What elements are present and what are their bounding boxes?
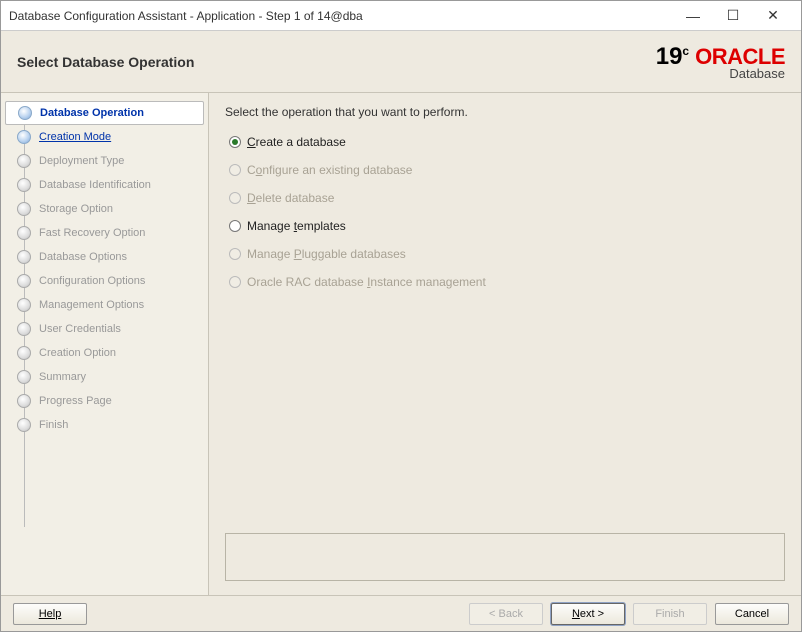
wizard-step-10: Creation Option	[1, 341, 208, 365]
window-titlebar: Database Configuration Assistant - Appli…	[1, 1, 801, 31]
operation-option-2: Delete database	[229, 191, 785, 205]
step-label: Management Options	[39, 299, 144, 311]
page-title: Select Database Operation	[17, 54, 656, 70]
brand-logo: 19c ORACLE Database	[656, 43, 785, 81]
step-label: Database Options	[39, 251, 127, 263]
wizard-step-1[interactable]: Creation Mode	[1, 125, 208, 149]
close-button[interactable]: ✕	[753, 2, 793, 30]
step-label: Configuration Options	[39, 275, 145, 287]
wizard-step-0: Database Operation	[5, 101, 204, 125]
wizard-step-5: Fast Recovery Option	[1, 221, 208, 245]
finish-button: Finish	[633, 603, 707, 625]
window-title: Database Configuration Assistant - Appli…	[9, 9, 673, 23]
step-bullet-icon	[17, 394, 31, 408]
radio-icon	[229, 164, 241, 176]
option-label: Configure an existing database	[247, 163, 412, 177]
step-label: Progress Page	[39, 395, 112, 407]
option-label: Oracle RAC database Instance management	[247, 275, 486, 289]
maximize-button[interactable]: ☐	[713, 2, 753, 30]
step-label: User Credentials	[39, 323, 121, 335]
step-bullet-icon	[17, 178, 31, 192]
option-label: Delete database	[247, 191, 334, 205]
step-label: Finish	[39, 419, 68, 431]
wizard-step-11: Summary	[1, 365, 208, 389]
step-label: Deployment Type	[39, 155, 124, 167]
step-bullet-icon	[17, 298, 31, 312]
next-button[interactable]: Next >	[551, 603, 625, 625]
step-bullet-icon	[17, 154, 31, 168]
step-label: Storage Option	[39, 203, 113, 215]
wizard-step-13: Finish	[1, 413, 208, 437]
option-label: Manage Pluggable databases	[247, 247, 406, 261]
step-label: Database Identification	[39, 179, 151, 191]
wizard-step-8: Management Options	[1, 293, 208, 317]
operation-option-1: Configure an existing database	[229, 163, 785, 177]
wizard-step-7: Configuration Options	[1, 269, 208, 293]
radio-icon	[229, 276, 241, 288]
operation-options: Create a database Configure an existing d…	[229, 135, 785, 289]
step-bullet-icon	[17, 274, 31, 288]
cancel-button[interactable]: Cancel	[715, 603, 789, 625]
option-label: Manage templates	[247, 219, 346, 233]
radio-icon	[229, 136, 241, 148]
wizard-step-6: Database Options	[1, 245, 208, 269]
step-bullet-icon	[17, 202, 31, 216]
operation-option-5: Oracle RAC database Instance management	[229, 275, 785, 289]
step-label: Creation Mode	[39, 131, 111, 143]
back-button: < Back	[469, 603, 543, 625]
operation-option-4: Manage Pluggable databases	[229, 247, 785, 261]
message-area	[225, 533, 785, 581]
wizard-footer: Help < Back Next > Finish Cancel	[1, 595, 801, 631]
radio-icon	[229, 220, 241, 232]
wizard-step-9: User Credentials	[1, 317, 208, 341]
wizard-step-3: Database Identification	[1, 173, 208, 197]
wizard-steps-sidebar: Database Operation Creation Mode Deploymen…	[1, 93, 209, 595]
wizard-step-2: Deployment Type	[1, 149, 208, 173]
step-bullet-icon	[17, 226, 31, 240]
step-bullet-icon	[17, 370, 31, 384]
step-bullet-icon	[18, 106, 32, 120]
step-label: Fast Recovery Option	[39, 227, 145, 239]
content-panel: Select the operation that you want to pe…	[209, 93, 801, 595]
step-bullet-icon	[17, 322, 31, 336]
step-bullet-icon	[17, 418, 31, 432]
option-label: Create a database	[247, 135, 346, 149]
step-bullet-icon	[17, 250, 31, 264]
minimize-button[interactable]: —	[673, 2, 713, 30]
wizard-step-4: Storage Option	[1, 197, 208, 221]
step-bullet-icon	[17, 346, 31, 360]
step-label: Summary	[39, 371, 86, 383]
operation-option-0[interactable]: Create a database	[229, 135, 785, 149]
wizard-step-12: Progress Page	[1, 389, 208, 413]
operation-option-3[interactable]: Manage templates	[229, 219, 785, 233]
instruction-text: Select the operation that you want to pe…	[225, 105, 785, 119]
wizard-header: Select Database Operation 19c ORACLE Dat…	[1, 31, 801, 93]
step-label: Database Operation	[40, 107, 144, 119]
step-bullet-icon	[17, 130, 31, 144]
help-button[interactable]: Help	[13, 603, 87, 625]
radio-icon	[229, 248, 241, 260]
step-label: Creation Option	[39, 347, 116, 359]
radio-icon	[229, 192, 241, 204]
